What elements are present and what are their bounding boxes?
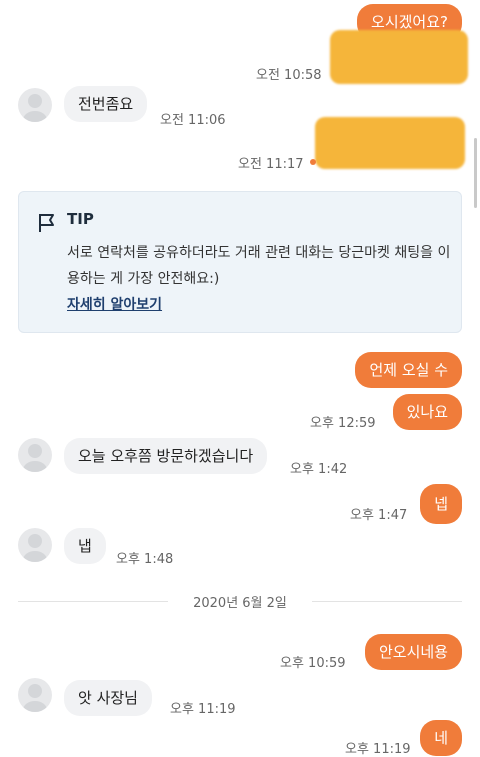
avatar[interactable]	[18, 438, 52, 472]
redacted-message-overlay	[315, 117, 465, 169]
incoming-message-bubble[interactable]: 전번좀요	[64, 86, 148, 122]
incoming-message-bubble[interactable]: 냅	[64, 528, 106, 564]
safety-tip-box: TIP 서로 연락처를 공유하더라도 거래 관련 대화는 당근마켓 채팅을 이용…	[18, 191, 462, 333]
tip-title: TIP	[67, 210, 94, 228]
message-timestamp: 오후 12:59	[310, 416, 376, 431]
incoming-message-bubble[interactable]: 오늘 오후쯤 방문하겠습니다	[64, 438, 268, 474]
avatar[interactable]	[18, 88, 52, 122]
user-avatar-icon	[23, 534, 47, 562]
user-avatar-icon	[23, 94, 47, 122]
avatar[interactable]	[18, 678, 52, 712]
flag-icon	[39, 214, 54, 232]
outgoing-message-bubble[interactable]: 언제 오실 수	[355, 352, 462, 388]
outgoing-message-bubble[interactable]: 안오시네용	[364, 634, 462, 670]
unread-indicator-dot	[310, 159, 316, 165]
tip-text: 서로 연락처를 공유하더라도 거래 관련 대화는 당근마켓 채팅을 이용하는 게…	[67, 245, 451, 287]
message-timestamp: 오후 11:19	[170, 702, 236, 717]
outgoing-message-bubble[interactable]: 네	[420, 720, 462, 756]
message-timestamp: 오전 11:17	[238, 157, 304, 172]
message-timestamp: 오후 1:42	[290, 462, 348, 477]
message-timestamp: 오후 1:48	[116, 552, 174, 567]
message-timestamp: 오후 1:47	[350, 508, 408, 523]
outgoing-message-bubble[interactable]: 있나요	[392, 394, 462, 430]
scrollbar[interactable]	[474, 138, 477, 208]
redacted-message-overlay	[330, 30, 468, 84]
message-timestamp: 오전 11:06	[160, 113, 226, 128]
learn-more-link[interactable]: 자세히 알아보기	[67, 294, 162, 314]
message-timestamp: 오전 10:58	[256, 68, 322, 83]
user-avatar-icon	[23, 684, 47, 712]
date-divider: 2020년 6월 2일	[193, 596, 287, 611]
avatar[interactable]	[18, 528, 52, 562]
outgoing-message-bubble[interactable]: 넵	[420, 484, 462, 524]
incoming-message-bubble[interactable]: 앗 사장님	[64, 680, 152, 716]
user-avatar-icon	[23, 444, 47, 472]
message-timestamp: 오후 10:59	[280, 656, 346, 671]
